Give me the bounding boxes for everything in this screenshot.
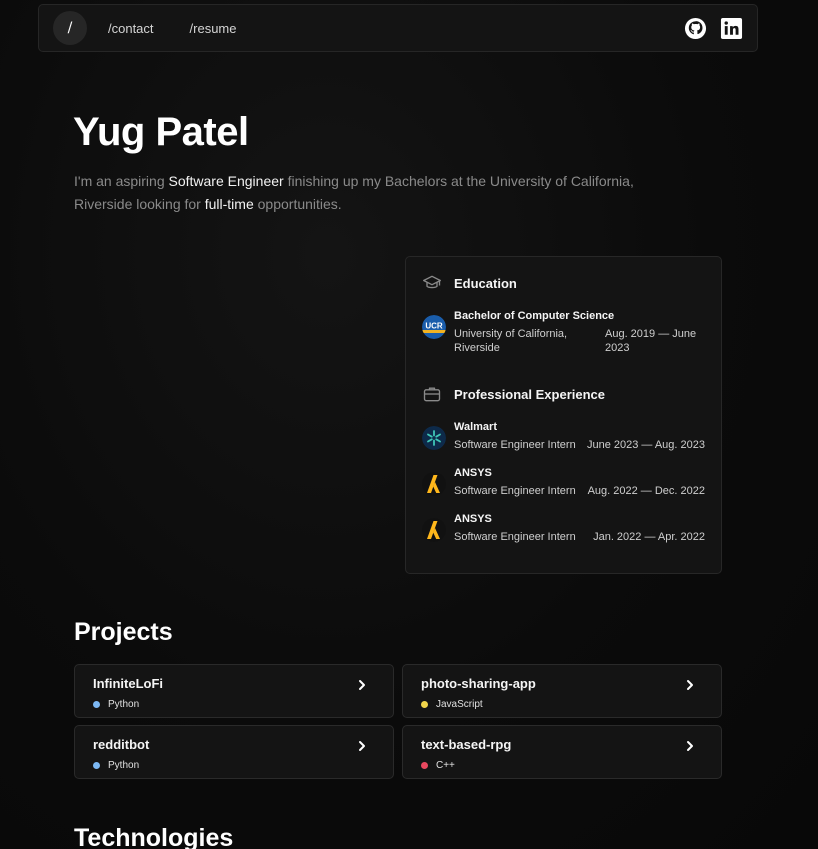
education-school: University of California, Riverside (454, 328, 568, 354)
project-language: JavaScript (421, 699, 483, 710)
ucr-logo: UCR (422, 315, 446, 339)
education-dates: Aug. 2019 — June 2023 (605, 328, 697, 354)
resume-card: Education UCR Bachelor of Computer Scien… (405, 256, 722, 574)
experience-role: Software Engineer Intern (454, 531, 576, 543)
technologies-heading: Technologies (74, 824, 234, 849)
hero-bio: I'm an aspiring Software Engineer finish… (74, 170, 694, 216)
experience-company: ANSYS (454, 467, 492, 479)
experience-header: Professional Experience (422, 382, 705, 406)
briefcase-icon (422, 384, 442, 404)
language-dot (421, 762, 428, 769)
project-language-label: Python (108, 760, 140, 771)
project-language: Python (93, 760, 139, 771)
chevron-right-icon (355, 739, 369, 753)
experience-title: Professional Experience (454, 386, 606, 402)
github-icon[interactable] (684, 17, 707, 40)
nav-home-link[interactable]: / (53, 11, 87, 45)
experience-entry-walmart: Walmart Software Engineer Intern June 20… (422, 420, 705, 452)
experience-dates: Jan. 2022 — Apr. 2022 (593, 531, 705, 543)
bio-text: opportunities. (253, 196, 342, 212)
experience-role: Software Engineer Intern (454, 439, 576, 451)
chevron-right-icon (683, 678, 697, 692)
project-card-text-based-rpg[interactable]: text-based-rpg C++ (402, 725, 722, 779)
project-card-redditbot[interactable]: redditbot Python (74, 725, 394, 779)
nav-link-contact[interactable]: /contact (108, 21, 154, 36)
ucr-logo-text: UCR (425, 322, 443, 331)
experience-company: ANSYS (454, 513, 492, 525)
project-name: redditbot (93, 737, 150, 752)
project-language-label: JavaScript (436, 699, 483, 710)
graduation-cap-icon (422, 273, 442, 293)
project-language-label: Python (108, 699, 140, 710)
nav-link-resume[interactable]: /resume (190, 21, 237, 36)
experience-dates: June 2023 — Aug. 2023 (586, 439, 705, 451)
experience-entry-ansys: ANSYS Software Engineer Intern Aug. 2022… (422, 466, 705, 498)
walmart-logo (422, 426, 446, 450)
bio-text: I'm an aspiring (74, 173, 169, 189)
project-card-photo-sharing-app[interactable]: photo-sharing-app JavaScript (402, 664, 722, 718)
project-language: Python (93, 699, 139, 710)
chevron-right-icon (683, 739, 697, 753)
experience-role: Software Engineer Intern (454, 485, 576, 497)
project-name: text-based-rpg (421, 737, 512, 752)
language-dot (93, 762, 100, 769)
education-title: Education (454, 275, 517, 291)
education-entry: UCR Bachelor of Computer Science Univers… (422, 309, 705, 355)
hero-name: Yug Patel (73, 110, 249, 154)
experience-dates: Aug. 2022 — Dec. 2022 (587, 485, 705, 497)
project-language: C++ (421, 760, 455, 771)
project-language-label: C++ (436, 760, 455, 771)
bio-highlight-role: Software Engineer (168, 173, 284, 189)
bio-highlight-type: full-time (204, 196, 254, 212)
projects-heading: Projects (74, 618, 173, 646)
experience-company: Walmart (454, 421, 497, 433)
project-name: photo-sharing-app (421, 676, 536, 691)
social-links (684, 17, 743, 40)
language-dot (421, 701, 428, 708)
ansys-logo (422, 518, 446, 542)
language-dot (93, 701, 100, 708)
linkedin-icon[interactable] (720, 17, 743, 40)
ansys-logo (422, 472, 446, 496)
project-name: InfiniteLoFi (93, 676, 164, 691)
project-card-infinitelofi[interactable]: InfiniteLoFi Python (74, 664, 394, 718)
education-degree: Bachelor of Computer Science (454, 310, 615, 322)
chevron-right-icon (355, 678, 369, 692)
education-header: Education (422, 271, 705, 295)
top-nav: / /contact /resume (38, 4, 758, 52)
experience-entry-ansys: ANSYS Software Engineer Intern Jan. 2022… (422, 512, 705, 544)
